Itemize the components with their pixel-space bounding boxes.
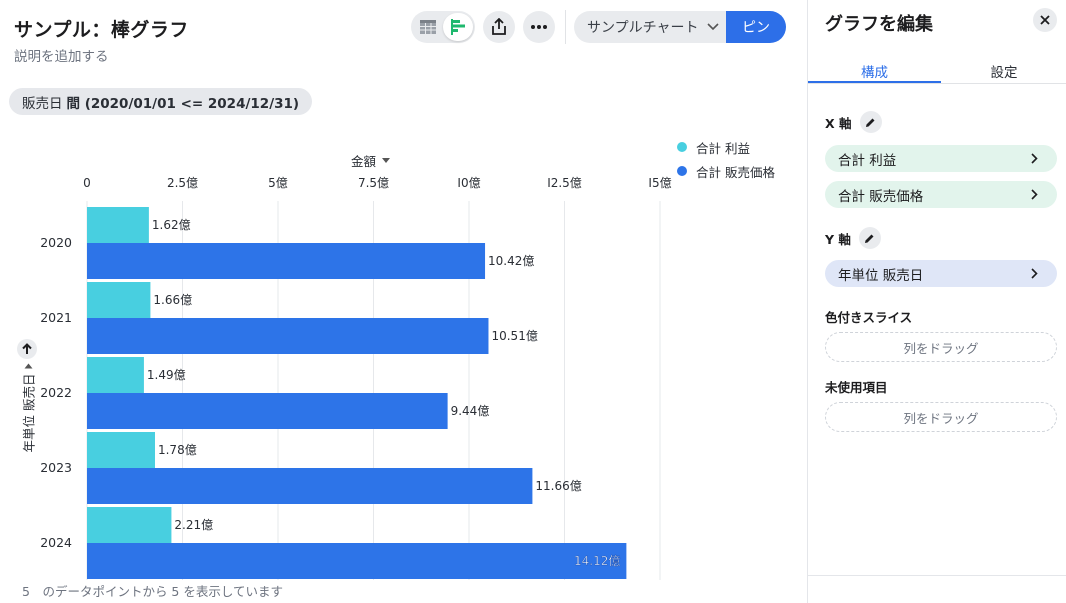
bar[interactable]	[87, 282, 151, 318]
data-label: 2.21億	[174, 518, 213, 532]
x-axis-section: X 軸	[825, 111, 882, 133]
chevron-right-icon	[1031, 153, 1038, 164]
y-axis-item-date[interactable]: 年単位 販売日	[825, 260, 1057, 287]
x-axis-item-label: 合計 販売価格	[838, 188, 924, 205]
edit-y-axis-button[interactable]	[858, 227, 881, 249]
y-axis-section: Y 軸	[825, 227, 881, 249]
data-point-count: 5 のデータポイントから 5 を表示しています	[22, 584, 283, 599]
tab-settings[interactable]: 設定	[941, 56, 1066, 83]
x-tick-label: I2.5億	[547, 176, 582, 190]
pencil-icon	[866, 118, 875, 127]
data-label: 10.51億	[491, 329, 537, 343]
x-tick-label: I0億	[457, 176, 480, 190]
panel-footer-divider	[808, 575, 1066, 576]
chart-main-area: サンプル：棒グラフ 説明を追加する サンプルチャート ピン 販売日 間 (202…	[0, 0, 807, 603]
pencil-icon	[865, 234, 874, 243]
unused-dropzone[interactable]: 列をドラッグ	[825, 402, 1057, 432]
y-tick-label: 2024	[40, 535, 72, 550]
bar-chart: 0 2.5億 5億 7.5億 I0億 I2.5億 I5億 2020 1.62億 10.42億 202…	[40, 176, 672, 580]
data-label: 1.66億	[153, 293, 192, 307]
color-slice-dropzone[interactable]: 列をドラッグ	[825, 332, 1057, 362]
chevron-right-icon	[1031, 268, 1038, 279]
data-label: 10.42億	[488, 254, 534, 268]
data-label: 1.78億	[158, 443, 197, 457]
x-axis-section-label: X 軸	[825, 115, 852, 131]
unused-section: 未使用項目	[825, 377, 888, 396]
x-tick-label: 2.5億	[167, 176, 198, 190]
y-axis-item-label: 年単位 販売日	[838, 267, 924, 284]
bar[interactable]	[87, 468, 533, 504]
data-label: 1.62億	[152, 218, 191, 232]
x-tick-label: I5億	[648, 176, 671, 190]
panel-tabs: 構成 設定	[808, 56, 1066, 84]
panel-title: グラフを編集	[825, 14, 933, 35]
bar[interactable]	[87, 357, 144, 393]
y-tick-label: 2021	[40, 310, 72, 325]
x-tick-label: 5億	[268, 176, 288, 190]
edit-x-axis-button[interactable]	[859, 111, 882, 133]
x-axis-item-sales[interactable]: 合計 販売価格	[825, 181, 1057, 208]
color-slice-section: 色付きスライス	[825, 307, 912, 326]
chevron-right-icon	[1031, 189, 1038, 200]
x-axis-item-label: 合計 利益	[838, 152, 897, 169]
tab-configure[interactable]: 構成	[808, 56, 941, 83]
data-label: 14.12億	[574, 554, 620, 568]
y-tick-label: 2020	[40, 235, 72, 250]
x-axis-item-profit[interactable]: 合計 利益	[825, 145, 1057, 172]
data-label: 1.49億	[147, 368, 186, 382]
close-panel-button[interactable]	[1033, 8, 1057, 32]
x-tick-label: 0	[83, 176, 91, 190]
bar[interactable]	[87, 243, 486, 279]
app-root: サンプル：棒グラフ 説明を追加する サンプルチャート ピン 販売日 間 (202…	[0, 0, 1066, 603]
bar[interactable]	[87, 393, 448, 429]
unused-label: 未使用項目	[825, 380, 888, 395]
y-tick-label: 2023	[40, 460, 72, 475]
y-tick-label: 2022	[40, 385, 72, 400]
close-icon	[1040, 15, 1050, 25]
bar[interactable]	[87, 318, 489, 354]
bar[interactable]	[87, 207, 149, 243]
edit-chart-panel: グラフを編集 構成 設定 X 軸 合計 利益 合計 販売価格 Y 軸 年単位 販…	[807, 0, 1066, 603]
x-tick-label: 7.5億	[358, 176, 389, 190]
y-axis-section-label: Y 軸	[825, 231, 851, 247]
bar[interactable]	[87, 543, 627, 579]
data-label: 9.44億	[451, 404, 490, 418]
color-slice-label: 色付きスライス	[825, 310, 913, 325]
bar[interactable]	[87, 507, 172, 543]
data-label: 11.66億	[535, 479, 581, 493]
bar[interactable]	[87, 432, 155, 468]
